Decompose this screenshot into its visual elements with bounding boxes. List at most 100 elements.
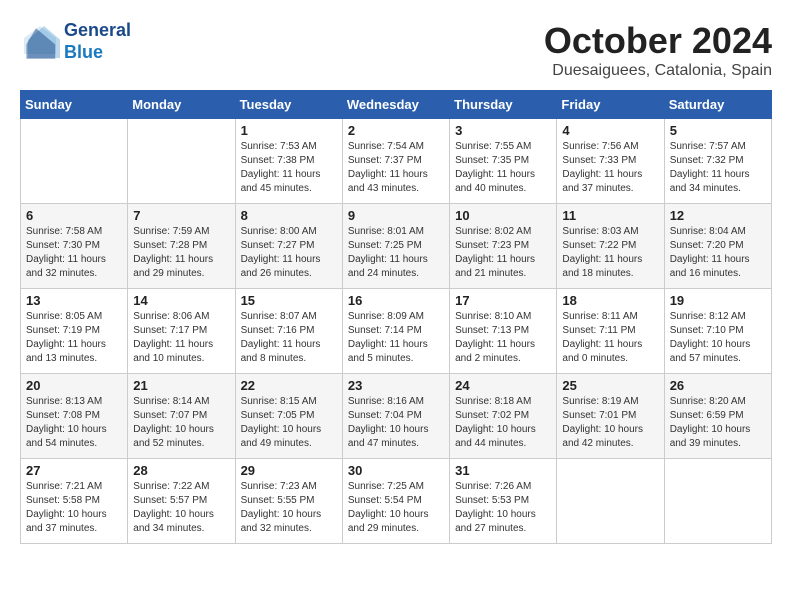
logo: General Blue xyxy=(20,20,131,63)
day-info: Sunrise: 7:23 AMSunset: 5:55 PMDaylight:… xyxy=(241,481,322,534)
day-number: 10 xyxy=(455,208,551,223)
header-tuesday: Tuesday xyxy=(235,91,342,119)
calendar-cell: 22 Sunrise: 8:15 AMSunset: 7:05 PMDaylig… xyxy=(235,374,342,459)
calendar-header-row: SundayMondayTuesdayWednesdayThursdayFrid… xyxy=(21,91,772,119)
calendar-cell xyxy=(664,459,771,544)
calendar-cell: 14 Sunrise: 8:06 AMSunset: 7:17 PMDaylig… xyxy=(128,289,235,374)
calendar-cell: 30 Sunrise: 7:25 AMSunset: 5:54 PMDaylig… xyxy=(342,459,449,544)
calendar-cell: 9 Sunrise: 8:01 AMSunset: 7:25 PMDayligh… xyxy=(342,204,449,289)
page-header: General Blue October 2024 Duesaiguees, C… xyxy=(20,20,772,80)
day-info: Sunrise: 7:57 AMSunset: 7:32 PMDaylight:… xyxy=(670,141,750,194)
calendar-cell: 25 Sunrise: 8:19 AMSunset: 7:01 PMDaylig… xyxy=(557,374,664,459)
calendar-cell: 8 Sunrise: 8:00 AMSunset: 7:27 PMDayligh… xyxy=(235,204,342,289)
calendar-cell: 1 Sunrise: 7:53 AMSunset: 7:38 PMDayligh… xyxy=(235,119,342,204)
day-info: Sunrise: 8:07 AMSunset: 7:16 PMDaylight:… xyxy=(241,311,321,364)
calendar-cell: 3 Sunrise: 7:55 AMSunset: 7:35 PMDayligh… xyxy=(450,119,557,204)
day-number: 13 xyxy=(26,293,122,308)
calendar-cell: 24 Sunrise: 8:18 AMSunset: 7:02 PMDaylig… xyxy=(450,374,557,459)
calendar-cell: 7 Sunrise: 7:59 AMSunset: 7:28 PMDayligh… xyxy=(128,204,235,289)
day-number: 22 xyxy=(241,378,337,393)
calendar-week-row: 27 Sunrise: 7:21 AMSunset: 5:58 PMDaylig… xyxy=(21,459,772,544)
calendar-table: SundayMondayTuesdayWednesdayThursdayFrid… xyxy=(20,90,772,544)
day-info: Sunrise: 8:03 AMSunset: 7:22 PMDaylight:… xyxy=(562,226,642,279)
day-info: Sunrise: 8:11 AMSunset: 7:11 PMDaylight:… xyxy=(562,311,642,364)
calendar-cell: 31 Sunrise: 7:26 AMSunset: 5:53 PMDaylig… xyxy=(450,459,557,544)
header-thursday: Thursday xyxy=(450,91,557,119)
header-friday: Friday xyxy=(557,91,664,119)
day-info: Sunrise: 8:12 AMSunset: 7:10 PMDaylight:… xyxy=(670,311,751,364)
day-number: 7 xyxy=(133,208,229,223)
day-number: 1 xyxy=(241,123,337,138)
day-number: 11 xyxy=(562,208,658,223)
month-title: October 2024 xyxy=(544,20,772,62)
day-number: 19 xyxy=(670,293,766,308)
calendar-week-row: 20 Sunrise: 8:13 AMSunset: 7:08 PMDaylig… xyxy=(21,374,772,459)
calendar-cell: 15 Sunrise: 8:07 AMSunset: 7:16 PMDaylig… xyxy=(235,289,342,374)
calendar-cell: 18 Sunrise: 8:11 AMSunset: 7:11 PMDaylig… xyxy=(557,289,664,374)
logo-text-general: General xyxy=(64,20,131,42)
logo-icon xyxy=(20,22,60,62)
calendar-cell: 13 Sunrise: 8:05 AMSunset: 7:19 PMDaylig… xyxy=(21,289,128,374)
day-info: Sunrise: 8:06 AMSunset: 7:17 PMDaylight:… xyxy=(133,311,213,364)
day-info: Sunrise: 7:53 AMSunset: 7:38 PMDaylight:… xyxy=(241,141,321,194)
calendar-cell: 27 Sunrise: 7:21 AMSunset: 5:58 PMDaylig… xyxy=(21,459,128,544)
day-number: 16 xyxy=(348,293,444,308)
day-number: 18 xyxy=(562,293,658,308)
day-info: Sunrise: 7:22 AMSunset: 5:57 PMDaylight:… xyxy=(133,481,214,534)
day-info: Sunrise: 7:54 AMSunset: 7:37 PMDaylight:… xyxy=(348,141,428,194)
day-info: Sunrise: 7:59 AMSunset: 7:28 PMDaylight:… xyxy=(133,226,213,279)
day-info: Sunrise: 7:56 AMSunset: 7:33 PMDaylight:… xyxy=(562,141,642,194)
day-info: Sunrise: 8:14 AMSunset: 7:07 PMDaylight:… xyxy=(133,396,214,449)
day-number: 2 xyxy=(348,123,444,138)
day-number: 23 xyxy=(348,378,444,393)
day-number: 8 xyxy=(241,208,337,223)
header-monday: Monday xyxy=(128,91,235,119)
day-info: Sunrise: 8:01 AMSunset: 7:25 PMDaylight:… xyxy=(348,226,428,279)
day-info: Sunrise: 8:16 AMSunset: 7:04 PMDaylight:… xyxy=(348,396,429,449)
calendar-cell xyxy=(21,119,128,204)
day-number: 4 xyxy=(562,123,658,138)
day-number: 15 xyxy=(241,293,337,308)
day-info: Sunrise: 8:02 AMSunset: 7:23 PMDaylight:… xyxy=(455,226,535,279)
calendar-week-row: 13 Sunrise: 8:05 AMSunset: 7:19 PMDaylig… xyxy=(21,289,772,374)
day-number: 31 xyxy=(455,463,551,478)
day-info: Sunrise: 7:55 AMSunset: 7:35 PMDaylight:… xyxy=(455,141,535,194)
header-wednesday: Wednesday xyxy=(342,91,449,119)
location-subtitle: Duesaiguees, Catalonia, Spain xyxy=(544,62,772,80)
day-number: 3 xyxy=(455,123,551,138)
day-number: 20 xyxy=(26,378,122,393)
calendar-cell: 17 Sunrise: 8:10 AMSunset: 7:13 PMDaylig… xyxy=(450,289,557,374)
day-number: 6 xyxy=(26,208,122,223)
calendar-cell: 21 Sunrise: 8:14 AMSunset: 7:07 PMDaylig… xyxy=(128,374,235,459)
calendar-cell: 26 Sunrise: 8:20 AMSunset: 6:59 PMDaylig… xyxy=(664,374,771,459)
calendar-cell: 4 Sunrise: 7:56 AMSunset: 7:33 PMDayligh… xyxy=(557,119,664,204)
day-info: Sunrise: 8:10 AMSunset: 7:13 PMDaylight:… xyxy=(455,311,535,364)
day-info: Sunrise: 8:18 AMSunset: 7:02 PMDaylight:… xyxy=(455,396,536,449)
day-info: Sunrise: 8:20 AMSunset: 6:59 PMDaylight:… xyxy=(670,396,751,449)
day-info: Sunrise: 8:19 AMSunset: 7:01 PMDaylight:… xyxy=(562,396,643,449)
calendar-cell: 6 Sunrise: 7:58 AMSunset: 7:30 PMDayligh… xyxy=(21,204,128,289)
header-saturday: Saturday xyxy=(664,91,771,119)
calendar-week-row: 1 Sunrise: 7:53 AMSunset: 7:38 PMDayligh… xyxy=(21,119,772,204)
calendar-cell: 20 Sunrise: 8:13 AMSunset: 7:08 PMDaylig… xyxy=(21,374,128,459)
calendar-cell: 12 Sunrise: 8:04 AMSunset: 7:20 PMDaylig… xyxy=(664,204,771,289)
day-info: Sunrise: 7:25 AMSunset: 5:54 PMDaylight:… xyxy=(348,481,429,534)
day-number: 28 xyxy=(133,463,229,478)
day-info: Sunrise: 8:05 AMSunset: 7:19 PMDaylight:… xyxy=(26,311,106,364)
day-number: 21 xyxy=(133,378,229,393)
calendar-cell: 23 Sunrise: 8:16 AMSunset: 7:04 PMDaylig… xyxy=(342,374,449,459)
day-info: Sunrise: 8:13 AMSunset: 7:08 PMDaylight:… xyxy=(26,396,107,449)
calendar-week-row: 6 Sunrise: 7:58 AMSunset: 7:30 PMDayligh… xyxy=(21,204,772,289)
day-info: Sunrise: 7:58 AMSunset: 7:30 PMDaylight:… xyxy=(26,226,106,279)
day-number: 12 xyxy=(670,208,766,223)
title-block: October 2024 Duesaiguees, Catalonia, Spa… xyxy=(544,20,772,80)
day-info: Sunrise: 7:26 AMSunset: 5:53 PMDaylight:… xyxy=(455,481,536,534)
day-number: 9 xyxy=(348,208,444,223)
day-number: 14 xyxy=(133,293,229,308)
day-number: 17 xyxy=(455,293,551,308)
calendar-cell: 16 Sunrise: 8:09 AMSunset: 7:14 PMDaylig… xyxy=(342,289,449,374)
calendar-cell xyxy=(128,119,235,204)
calendar-cell: 28 Sunrise: 7:22 AMSunset: 5:57 PMDaylig… xyxy=(128,459,235,544)
calendar-cell: 2 Sunrise: 7:54 AMSunset: 7:37 PMDayligh… xyxy=(342,119,449,204)
day-info: Sunrise: 8:15 AMSunset: 7:05 PMDaylight:… xyxy=(241,396,322,449)
